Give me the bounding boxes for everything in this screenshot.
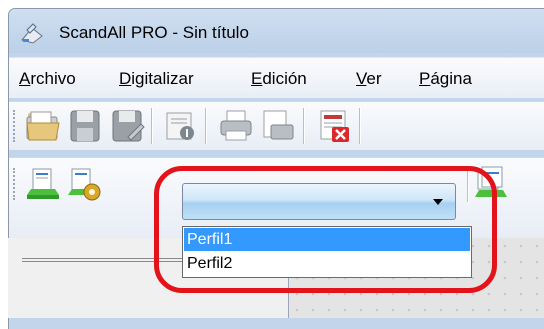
menu-pagina[interactable]: Página [419,69,472,89]
scan-settings-icon[interactable] [66,165,104,203]
save-as-icon[interactable] [108,107,146,145]
toolbar-separator [467,166,469,202]
open-folder-icon[interactable] [24,107,62,145]
menu-label: Edición [251,69,307,88]
menu-label: Página [419,69,472,88]
menu-bar: Archivo Digitalizar Edición Ver Página [9,57,544,98]
profile-dropdown-list: Perfil1 Perfil2 [182,226,472,278]
menu-edicion[interactable]: Edición [251,69,307,89]
print-preview-icon[interactable] [259,107,297,145]
toolbar-separator [205,108,207,144]
menu-ver[interactable]: Ver [356,69,382,89]
menu-label: Archivo [19,69,76,88]
scan-to-folder-icon[interactable] [472,165,510,203]
scan-icon[interactable] [24,165,62,203]
menu-label: Digitalizar [119,69,194,88]
window-title: ScandAll PRO - Sin título [59,23,249,42]
toolbar-grip[interactable] [13,168,20,200]
menu-label: Ver [356,69,382,88]
toolbar-separator [303,108,305,144]
print-icon[interactable] [217,107,255,145]
menu-archivo[interactable]: Archivo [19,69,76,89]
toolbar-separator [151,108,153,144]
profile-combo[interactable] [182,183,456,220]
save-icon[interactable] [66,107,104,145]
scanner-icon [21,23,43,44]
delete-page-icon[interactable] [315,107,353,145]
main-toolbar [9,101,544,150]
properties-icon[interactable] [161,107,199,145]
chevron-down-icon[interactable] [433,199,443,205]
dropdown-option-perfil2[interactable]: Perfil2 [184,252,470,275]
menu-digitalizar[interactable]: Digitalizar [119,69,194,89]
toolbar-grip[interactable] [13,110,20,142]
title-bar: ScandAll PRO - Sin título [9,9,544,53]
dropdown-option-perfil1[interactable]: Perfil1 [184,228,470,251]
toolbar-separator [359,108,361,144]
